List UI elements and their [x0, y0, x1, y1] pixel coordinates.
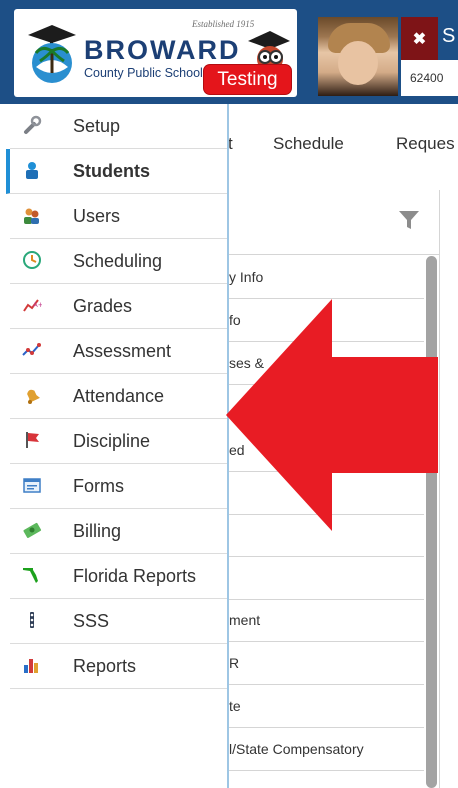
- student-avatar[interactable]: [318, 17, 398, 96]
- panel-row[interactable]: l/State Compensatory: [229, 728, 424, 771]
- menu-item-label: SSS: [73, 610, 110, 631]
- student-id-text: 62400: [401, 60, 458, 96]
- menu-item-students[interactable]: Students: [6, 149, 227, 194]
- panel-header: [229, 190, 439, 255]
- top-header: Established 1915 BROWARD County Public S…: [0, 0, 458, 104]
- florida-icon: [23, 568, 38, 583]
- logo-established-text: Established 1915: [192, 19, 255, 29]
- money-icon: [23, 522, 42, 538]
- panel-row[interactable]: ment: [229, 599, 424, 642]
- menu-item-label: Setup: [73, 115, 121, 136]
- red-pointer-arrow: [226, 299, 438, 531]
- tab-schedule[interactable]: Schedule: [273, 134, 344, 154]
- menu-item-setup[interactable]: Setup: [10, 104, 227, 149]
- form-icon: [23, 478, 41, 493]
- grades-chart-icon: A+: [23, 299, 42, 312]
- logo-name-text: BROWARD: [84, 35, 241, 65]
- bell-icon: [27, 389, 40, 404]
- menu-item-label: Discipline: [73, 430, 151, 451]
- menu-item-label: Reports: [73, 655, 137, 676]
- users-icon: [24, 208, 39, 224]
- panel-row[interactable]: y Info: [229, 256, 424, 299]
- menu-item-billing[interactable]: Billing: [10, 509, 227, 554]
- wrench-icon: [24, 115, 42, 134]
- logo-subtitle-text: County Public Schools: [84, 66, 210, 80]
- menu-item-label: Scheduling: [73, 250, 163, 271]
- menu-item-label: Forms: [73, 475, 124, 496]
- menu-item-discipline[interactable]: Discipline: [10, 419, 227, 464]
- menu-item-users[interactable]: Users: [10, 194, 227, 239]
- svg-text:A+: A+: [33, 301, 42, 309]
- flag-icon: [26, 432, 39, 448]
- student-icon: [26, 162, 38, 179]
- menu-item-forms[interactable]: Forms: [10, 464, 227, 509]
- menu-item-label: Florida Reports: [73, 565, 197, 586]
- main-nav-menu: Setup Students Users Scheduling A+ Grade…: [0, 104, 229, 788]
- menu-item-florida-reports[interactable]: Florida Reports: [10, 554, 227, 599]
- menu-item-attendance[interactable]: Attendance: [10, 374, 227, 419]
- menu-item-label: Billing: [73, 520, 122, 541]
- assessment-chart-icon: [22, 343, 41, 356]
- menu-item-grades[interactable]: A+ Grades: [10, 284, 227, 329]
- sss-icon: [30, 612, 34, 628]
- menu-item-label: Attendance: [73, 385, 165, 406]
- testing-badge: Testing: [204, 65, 291, 94]
- panel-row[interactable]: te: [229, 685, 424, 728]
- menu-item-label: Grades: [73, 295, 133, 316]
- school-emblem-icon: [28, 25, 76, 83]
- menu-item-scheduling[interactable]: Scheduling: [10, 239, 227, 284]
- menu-item-assessment[interactable]: Assessment: [10, 329, 227, 374]
- menu-item-label: Students: [73, 160, 151, 181]
- student-name-text: S: [442, 25, 456, 47]
- panel-row[interactable]: [229, 557, 424, 600]
- bar-chart-icon: [24, 659, 38, 673]
- panel-row[interactable]: R: [229, 642, 424, 685]
- close-student-icon[interactable]: ✖: [401, 17, 438, 60]
- filter-icon[interactable]: [398, 209, 420, 231]
- tab-requests[interactable]: Reques: [396, 134, 455, 154]
- menu-item-reports[interactable]: Reports: [10, 644, 227, 689]
- menu-item-label: Users: [73, 205, 121, 226]
- menu-item-label: Assessment: [73, 340, 172, 361]
- menu-item-sss[interactable]: SSS: [10, 599, 227, 644]
- clock-icon: [23, 251, 41, 269]
